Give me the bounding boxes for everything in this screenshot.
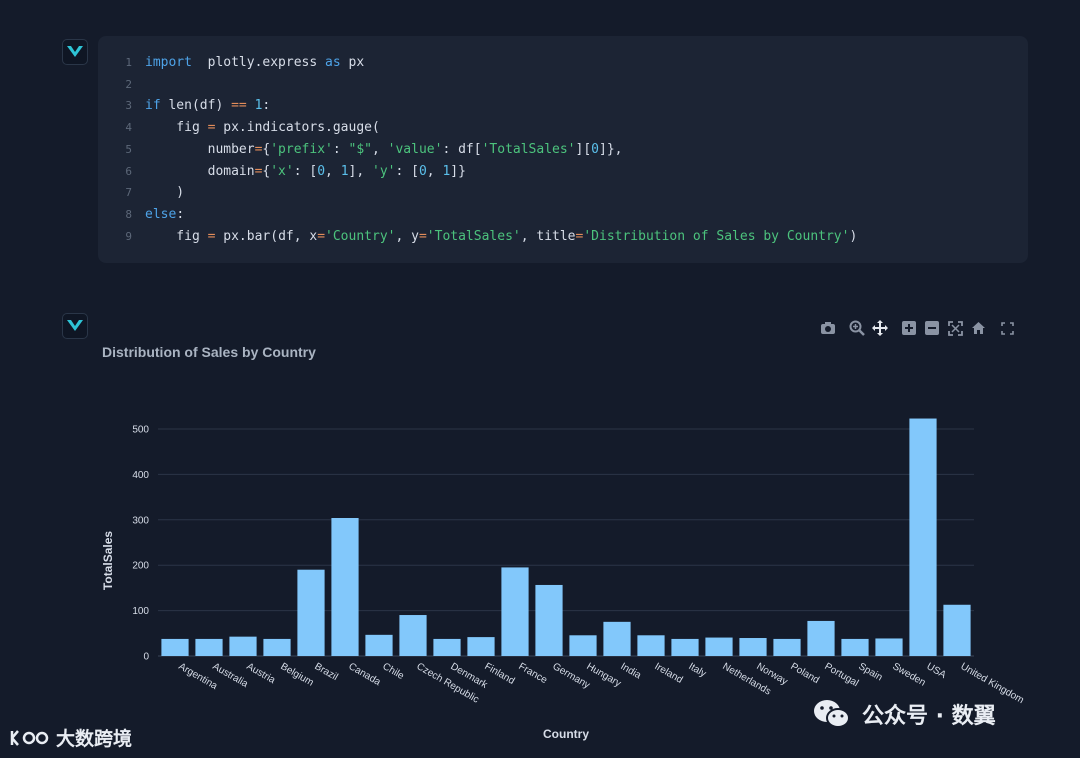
bar-chart: 0100200300400500ArgentinaAustraliaAustri… [101, 418, 1026, 741]
bar [637, 635, 665, 656]
bar [535, 584, 563, 656]
bar [433, 638, 461, 656]
watermark-right: 公众号 · 数翼 [812, 698, 996, 730]
bar [807, 620, 835, 656]
x-tick-label: USA [925, 661, 949, 681]
bar [263, 638, 291, 656]
x-tick-label: Portugal [823, 661, 861, 689]
x-tick-label: Germany [551, 661, 592, 691]
bar [365, 634, 393, 656]
bar [875, 638, 903, 656]
y-axis-title: TotalSales [101, 531, 115, 590]
brand-logo-icon [10, 729, 49, 746]
x-tick-label: Poland [789, 661, 821, 686]
bar [399, 615, 427, 656]
x-tick-label: Spain [857, 661, 885, 683]
x-tick-label: Austria [245, 661, 278, 686]
bar [909, 418, 937, 656]
x-axis-title: Country [543, 727, 589, 741]
bar [943, 604, 971, 656]
bar [773, 638, 801, 656]
x-tick-label: Belgium [279, 661, 316, 689]
bar [501, 567, 529, 656]
x-tick-label: Brazil [313, 661, 340, 683]
bar [331, 518, 359, 656]
y-tick-label: 400 [132, 470, 149, 481]
x-tick-label: Sweden [891, 661, 928, 689]
wechat-icon [814, 700, 850, 728]
bar [705, 637, 733, 656]
x-tick-label: Chile [381, 661, 407, 682]
watermark-left: 大数跨境 [10, 724, 132, 751]
bar [297, 569, 325, 656]
bar [671, 638, 699, 656]
watermark-left-text: 大数跨境 [56, 728, 133, 750]
y-tick-label: 100 [132, 606, 149, 617]
x-tick-label: Hungary [585, 661, 623, 689]
bar [739, 638, 767, 656]
bar [467, 637, 495, 656]
watermark-right-text: 公众号 · 数翼 [862, 704, 996, 729]
y-tick-label: 200 [132, 561, 149, 572]
bar [195, 638, 223, 656]
x-tick-label: Italy [687, 661, 708, 680]
bar [229, 636, 257, 656]
y-tick-label: 300 [132, 515, 149, 526]
x-tick-label: Ireland [653, 661, 685, 686]
bar [841, 638, 869, 656]
bar [161, 638, 189, 656]
y-tick-label: 0 [143, 652, 149, 663]
bar [603, 621, 631, 656]
x-tick-label: Canada [347, 661, 383, 688]
bar [569, 635, 597, 656]
y-tick-label: 500 [132, 425, 149, 436]
x-tick-label: France [517, 661, 550, 686]
